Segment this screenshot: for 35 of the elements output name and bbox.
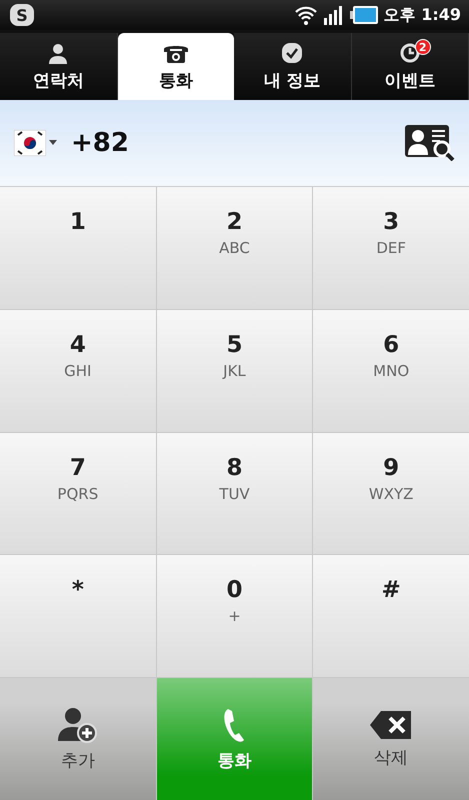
dial-key[interactable]: 6 MNO <box>313 310 469 432</box>
wifi-icon <box>294 5 318 25</box>
tab[interactable]: 2 이벤트 <box>352 33 469 100</box>
app-badge: S <box>10 4 34 26</box>
dial-key[interactable]: 3 DEF <box>313 187 469 309</box>
phone-icon <box>222 706 246 742</box>
clock-icon <box>398 42 421 64</box>
phone-number-field[interactable]: +82 <box>71 128 129 158</box>
contact-search-icon[interactable] <box>405 125 455 161</box>
dial-key[interactable]: 0 + <box>156 555 312 677</box>
checkmark-icon <box>281 42 304 64</box>
dial-key[interactable]: 2 ABC <box>156 187 312 309</box>
add-person-icon <box>58 706 98 742</box>
person-icon <box>47 42 70 64</box>
flag-icon <box>14 130 46 156</box>
tab[interactable]: 내 정보 <box>234 33 352 100</box>
backspace-icon <box>369 710 414 740</box>
clock-time: 오후 1:49 <box>384 4 461 26</box>
caret-icon <box>49 140 57 146</box>
dial-key[interactable]: * <box>0 555 156 677</box>
battery-icon <box>350 5 378 25</box>
count-badge: 2 <box>414 39 431 55</box>
tab[interactable]: 통화 <box>118 33 234 100</box>
dial-key[interactable]: 5 JKL <box>156 310 312 432</box>
add-contact-button[interactable]: 추가 <box>0 678 156 800</box>
country-picker[interactable] <box>14 130 57 156</box>
dial-key[interactable]: 9 WXYZ <box>313 432 469 554</box>
delete-button[interactable]: 삭제 <box>313 678 469 800</box>
dial-key[interactable]: 4 GHI <box>0 310 156 432</box>
dial-key[interactable]: # <box>313 555 469 677</box>
tab[interactable]: 연락처 <box>0 33 118 100</box>
dial-key[interactable]: 8 TUV <box>156 432 312 554</box>
signal-icon <box>324 5 344 25</box>
dial-key[interactable]: 1 <box>0 187 156 309</box>
dial-key[interactable]: 7 PQRS <box>0 432 156 554</box>
